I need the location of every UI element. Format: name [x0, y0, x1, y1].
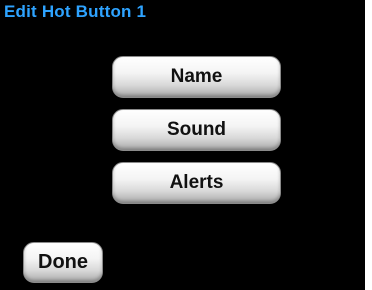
page-title: Edit Hot Button 1 — [4, 2, 147, 21]
alerts-button[interactable]: Alerts — [112, 162, 281, 204]
done-button[interactable]: Done — [23, 242, 103, 283]
name-button[interactable]: Name — [112, 56, 281, 98]
screen-edge — [365, 0, 372, 290]
sound-button[interactable]: Sound — [112, 109, 281, 151]
screen: Edit Hot Button 1 Name Sound Alerts Done — [0, 0, 365, 290]
